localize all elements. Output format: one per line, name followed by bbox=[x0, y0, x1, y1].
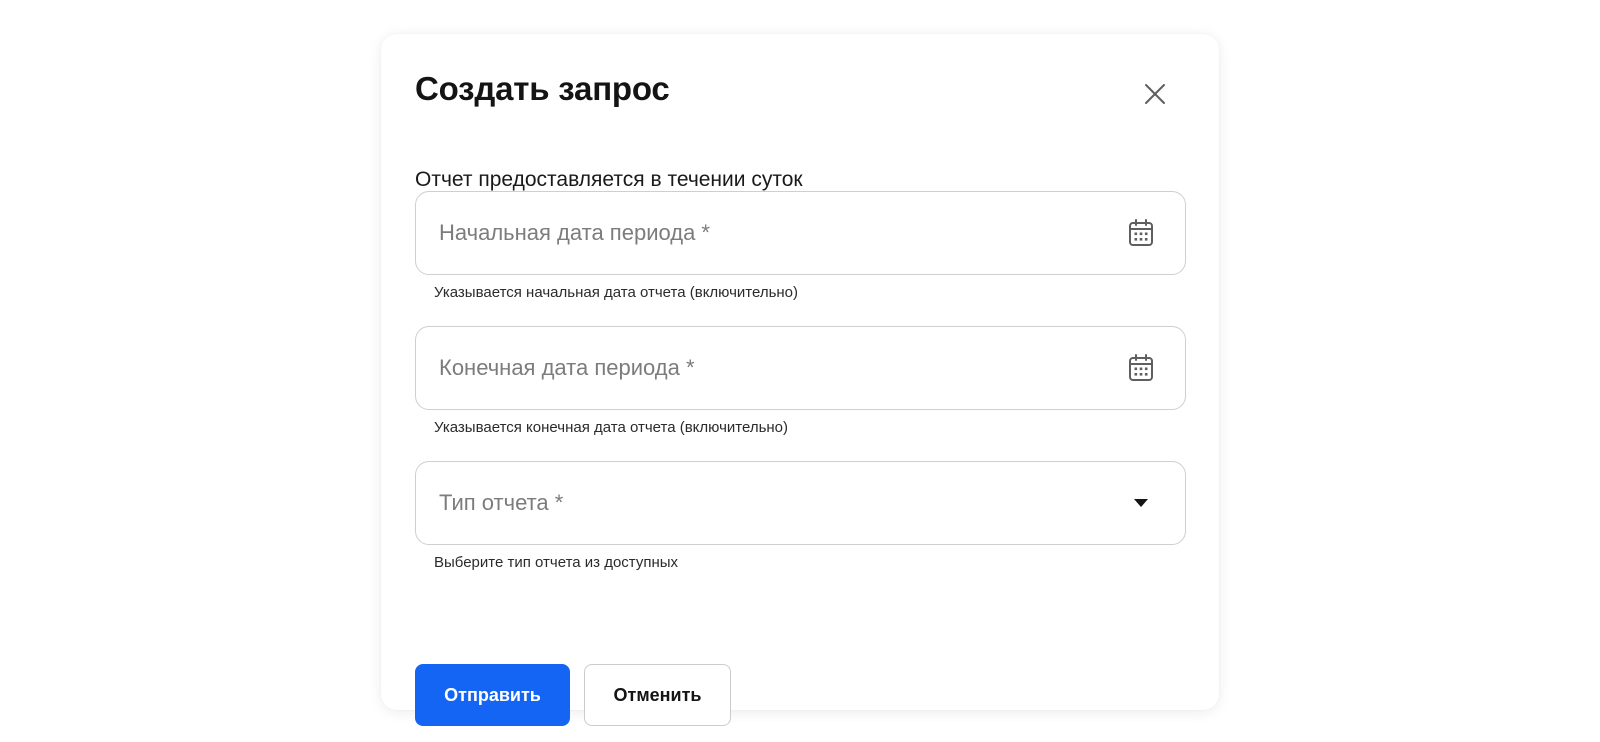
report-type-helper: Выберите тип отчета из доступных bbox=[434, 554, 679, 571]
end-date-field[interactable]: Конечная дата периода * bbox=[415, 326, 1186, 410]
close-button[interactable] bbox=[1141, 80, 1169, 108]
end-date-helper: Указывается конечная дата отчета (включи… bbox=[434, 419, 789, 436]
submit-button[interactable]: Отправить bbox=[415, 664, 570, 726]
caret-down-icon bbox=[1127, 489, 1155, 517]
calendar-icon[interactable] bbox=[1127, 354, 1155, 382]
dialog-subtitle: Отчет предоставляется в течении суток bbox=[415, 168, 803, 191]
end-date-placeholder: Конечная дата периода * bbox=[439, 355, 695, 380]
calendar-icon[interactable] bbox=[1127, 219, 1155, 247]
dialog-title: Создать запрос bbox=[415, 70, 670, 107]
start-date-helper: Указывается начальная дата отчета (включ… bbox=[434, 284, 799, 301]
report-type-select[interactable]: Тип отчета * bbox=[415, 461, 1186, 545]
start-date-field[interactable]: Начальная дата периода * bbox=[415, 191, 1186, 275]
create-request-dialog: Создать запрос Отчет предоставляется в т… bbox=[381, 34, 1219, 726]
close-icon bbox=[1145, 84, 1165, 104]
start-date-placeholder: Начальная дата периода * bbox=[439, 220, 710, 245]
report-type-placeholder: Тип отчета * bbox=[439, 490, 564, 515]
cancel-button[interactable]: Отменить bbox=[584, 664, 731, 726]
